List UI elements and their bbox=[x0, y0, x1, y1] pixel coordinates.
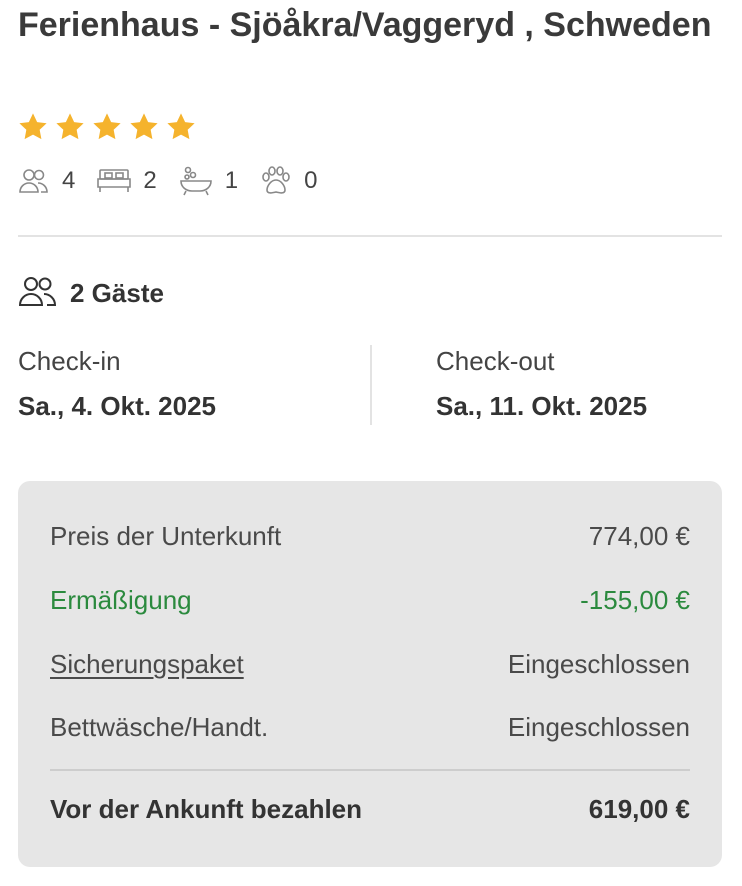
star-icon bbox=[54, 111, 86, 143]
feature-count: 4 bbox=[62, 167, 76, 194]
feature-beds: 2 bbox=[97, 167, 157, 195]
star-icon bbox=[17, 111, 49, 143]
date-divider bbox=[370, 345, 372, 425]
discount-value: -155,00 € bbox=[580, 585, 690, 615]
guests-label: 2 Gäste bbox=[70, 278, 164, 308]
price-summary: Preis der Unterkunft 774,00 € Ermäßigung… bbox=[18, 481, 722, 867]
date-selector: Check-in Sa., 4. Okt. 2025 Check-out Sa.… bbox=[18, 343, 722, 427]
feature-count: 1 bbox=[224, 167, 239, 194]
discount-label: Ermäßigung bbox=[50, 585, 192, 615]
insurance-row: Sicherungspaket Eingeschlossen bbox=[50, 649, 690, 680]
feature-bathrooms: 1 bbox=[179, 166, 238, 196]
price-label: Preis der Unterkunft bbox=[50, 521, 282, 551]
bed-icon bbox=[97, 167, 132, 195]
people-icon bbox=[18, 167, 50, 195]
discount-row: Ermäßigung -155,00 € bbox=[50, 585, 690, 616]
total-row: Vor der Ankunft bezahlen 619,00 € bbox=[50, 794, 690, 825]
section-divider bbox=[18, 235, 722, 237]
linen-row: Bettwäsche/Handt. Eingeschlossen bbox=[50, 712, 690, 743]
price-value: 774,00 € bbox=[588, 521, 690, 551]
total-value: 619,00 € bbox=[588, 794, 690, 824]
people-icon bbox=[18, 275, 58, 312]
insurance-link[interactable]: Sicherungspaket bbox=[50, 649, 244, 680]
paw-icon bbox=[260, 166, 292, 196]
star-icon bbox=[165, 111, 197, 143]
checkin-label: Check-in bbox=[18, 346, 121, 376]
feature-people: 4 bbox=[18, 167, 75, 195]
insurance-value: Eingeschlossen bbox=[507, 649, 690, 679]
feature-count: 0 bbox=[304, 167, 318, 194]
linen-label: Bettwäsche/Handt. bbox=[50, 712, 269, 742]
listing-title: Ferienhaus - Sjöåkra/Vaggeryd , Schweden bbox=[18, 6, 712, 44]
star-icon bbox=[128, 111, 160, 143]
star-icon bbox=[91, 111, 123, 143]
checkout-label: Check-out bbox=[436, 346, 555, 376]
checkin-field[interactable]: Check-in Sa., 4. Okt. 2025 bbox=[18, 343, 216, 422]
feature-count: 2 bbox=[143, 167, 157, 194]
bathtub-icon bbox=[179, 166, 213, 196]
feature-list: 4 2 1 0 bbox=[18, 166, 339, 196]
rating-stars bbox=[17, 111, 197, 143]
linen-value: Eingeschlossen bbox=[507, 712, 690, 742]
guests-selector[interactable]: 2 Gäste bbox=[18, 275, 164, 312]
price-row: Preis der Unterkunft 774,00 € bbox=[50, 521, 690, 552]
total-divider bbox=[50, 769, 690, 771]
total-label: Vor der Ankunft bezahlen bbox=[50, 794, 363, 824]
feature-pets: 0 bbox=[260, 166, 317, 196]
checkin-value: Sa., 4. Okt. 2025 bbox=[18, 391, 217, 421]
checkout-field[interactable]: Check-out Sa., 11. Okt. 2025 bbox=[436, 343, 647, 422]
checkout-value: Sa., 11. Okt. 2025 bbox=[436, 391, 648, 421]
